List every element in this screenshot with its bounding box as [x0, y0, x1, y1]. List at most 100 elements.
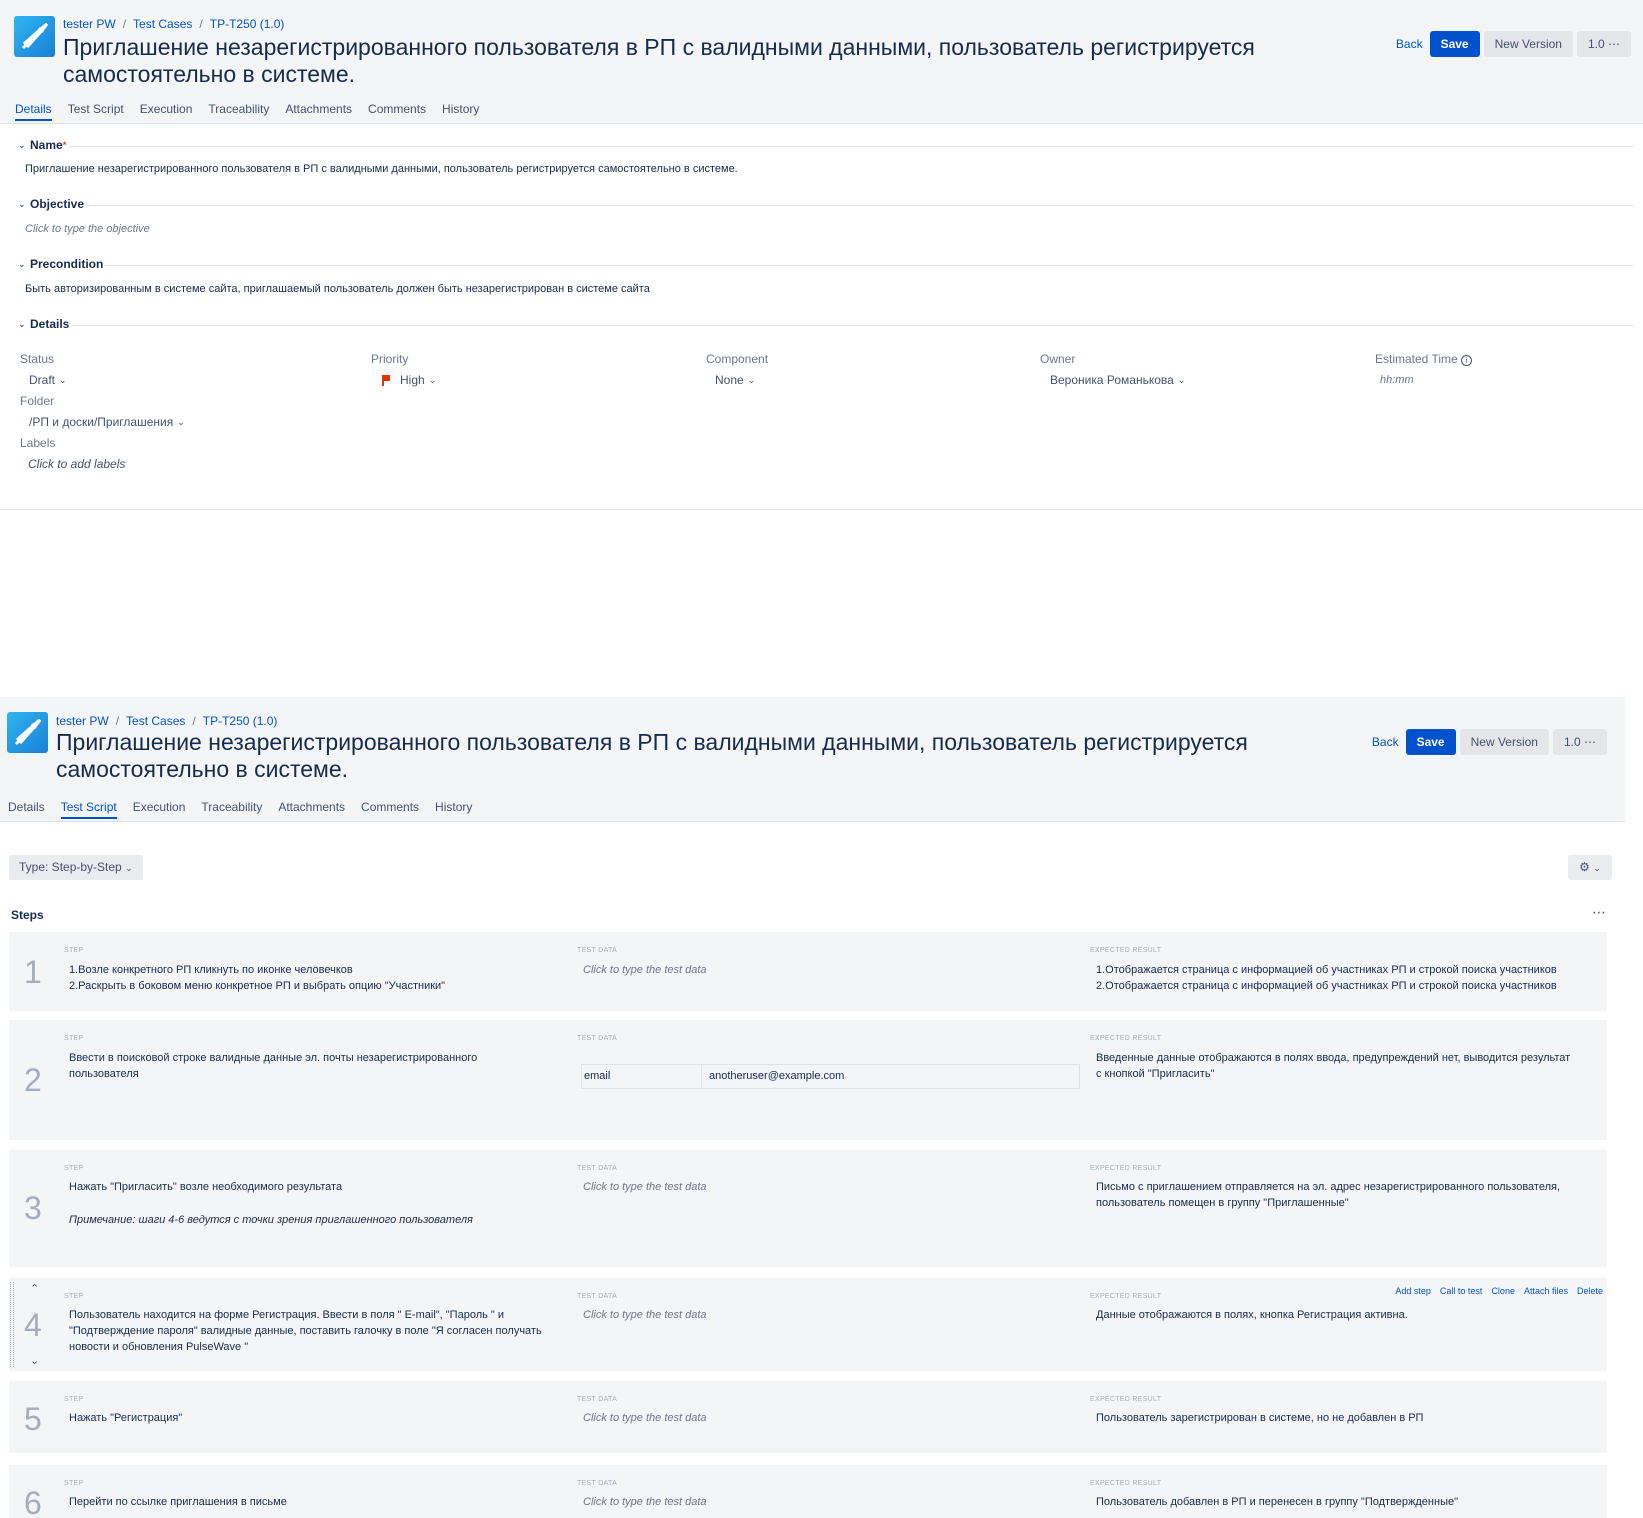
version-menu-button[interactable]: 1.0 ⋯ — [1576, 31, 1631, 57]
test-data-field[interactable]: Click to type the test data — [583, 962, 707, 978]
tab-comments[interactable]: Comments — [368, 102, 426, 121]
component-dropdown[interactable]: None ⌄ — [715, 373, 755, 387]
chevron-down-icon: ⌄ — [18, 318, 26, 329]
call-to-test-link[interactable]: Call to test — [1440, 1286, 1483, 1296]
step-text[interactable]: Ввести в поисковой строке валидные данны… — [69, 1050, 477, 1082]
attach-files-link[interactable]: Attach files — [1524, 1286, 1568, 1296]
test-data-field[interactable]: Click to type the test data — [583, 1410, 707, 1426]
step-row[interactable]: 2 STEP Ввести в поисковой строке валидны… — [9, 1020, 1607, 1140]
step-column-header: STEP — [64, 1035, 84, 1042]
folder-value: /РП и доски/Приглашения — [29, 415, 174, 429]
name-field[interactable]: Приглашение незарегистрированного пользо… — [25, 163, 738, 175]
owner-dropdown[interactable]: Вероника Романькова ⌄ — [1050, 373, 1185, 387]
objective-field[interactable]: Click to type the objective — [25, 223, 150, 235]
expected-result-column-header: EXPECTED RESULT — [1090, 1293, 1162, 1300]
status-dropdown[interactable]: Draft ⌄ — [29, 373, 67, 387]
script-type-dropdown[interactable]: Type: Step-by-Step ⌄ — [9, 855, 143, 880]
test-data-field[interactable]: Click to type the test data — [583, 1179, 707, 1195]
step-text[interactable]: Перейти по ссылке приглашения в письме — [69, 1494, 287, 1510]
tab-execution[interactable]: Execution — [140, 102, 193, 121]
expected-result-text[interactable]: Данные отображаются в полях, кнопка Реги… — [1096, 1307, 1408, 1323]
tab-attachments[interactable]: Attachments — [278, 800, 345, 819]
breadcrumb-key[interactable]: TP-T250 (1.0) — [203, 714, 278, 728]
step-row[interactable]: 1 STEP 1.Возле конкретного РП кликнуть п… — [9, 932, 1607, 1011]
precondition-field[interactable]: Быть авторизированным в системе сайта, п… — [25, 283, 650, 295]
expected-result-text[interactable]: Введенные данные отображаются в полях вв… — [1096, 1050, 1570, 1082]
step-text[interactable]: Нажать "Пригласить" возле необходимого р… — [69, 1179, 473, 1228]
tab-comments[interactable]: Comments — [361, 800, 419, 819]
back-button[interactable]: Back — [1393, 37, 1426, 51]
breadcrumb-test-cases[interactable]: Test Cases — [126, 714, 185, 728]
step-row[interactable]: ⌃ 4 ⌄ STEP Пользователь находится на фор… — [9, 1278, 1607, 1371]
expected-result-text[interactable]: Письмо с приглашением отправляется на эл… — [1096, 1179, 1560, 1211]
tab-traceability[interactable]: Traceability — [208, 102, 269, 121]
move-down-icon[interactable]: ⌄ — [30, 1354, 39, 1367]
step-line: новости и обновления PulseWave " — [69, 1341, 249, 1353]
add-step-link[interactable]: Add step — [1395, 1286, 1431, 1296]
estimated-time-input[interactable]: hh:mm — [1380, 374, 1414, 386]
objective-section-toggle[interactable]: ⌄ Objective — [18, 197, 84, 211]
step-column-header: STEP — [64, 1165, 84, 1172]
expected-result-text[interactable]: Пользователь зарегистрирован в системе, … — [1096, 1410, 1423, 1426]
expected-result-text[interactable]: Пользователь добавлен в РП и перенесен в… — [1096, 1494, 1458, 1510]
steps-more-icon[interactable]: ⋯ — [1592, 904, 1606, 921]
priority-dropdown[interactable]: High ⌄ — [382, 373, 436, 387]
tab-history[interactable]: History — [442, 102, 479, 121]
drag-handle[interactable] — [10, 1282, 14, 1367]
back-button[interactable]: Back — [1369, 735, 1402, 749]
header-actions: Back Save New Version 1.0 ⋯ — [1369, 729, 1607, 755]
expected-result-column-header: EXPECTED RESULT — [1090, 1035, 1162, 1042]
page-header: tester PW / Test Cases / TP-T250 (1.0) Пригл… — [0, 0, 1643, 124]
save-button[interactable]: Save — [1429, 31, 1480, 57]
step-text[interactable]: Нажать "Регистрация" — [69, 1410, 182, 1426]
tab-traceability[interactable]: Traceability — [201, 800, 262, 819]
tab-details[interactable]: Details — [8, 800, 45, 819]
header-actions: Back Save New Version 1.0 ⋯ — [1393, 31, 1631, 57]
tab-test-script[interactable]: Test Script — [68, 102, 124, 121]
test-data-column-header: TEST DATA — [577, 1165, 618, 1172]
tab-execution[interactable]: Execution — [133, 800, 186, 819]
test-data-field[interactable]: Click to type the test data — [583, 1307, 707, 1323]
move-up-icon[interactable]: ⌃ — [30, 1282, 39, 1295]
tab-attachments[interactable]: Attachments — [285, 102, 352, 121]
test-data-field[interactable]: Click to type the test data — [583, 1494, 707, 1510]
step-row[interactable]: 3 STEP Нажать "Пригласить" возле необход… — [9, 1150, 1607, 1267]
app-logo-icon[interactable] — [7, 712, 48, 753]
breadcrumb-test-cases[interactable]: Test Cases — [133, 17, 192, 31]
test-data-key[interactable]: email — [582, 1065, 702, 1088]
precondition-label: Precondition — [30, 257, 104, 271]
step-row[interactable]: 5 STEP Нажать "Регистрация" TEST DATA Cl… — [9, 1381, 1607, 1453]
breadcrumb-project[interactable]: tester PW — [63, 17, 116, 31]
delete-step-link[interactable]: Delete — [1577, 1286, 1603, 1296]
app-logo-icon[interactable] — [14, 16, 55, 57]
breadcrumb-project[interactable]: tester PW — [56, 714, 109, 728]
step-text[interactable]: Пользователь находится на форме Регистра… — [69, 1307, 542, 1355]
status-value: Draft — [29, 373, 56, 387]
test-data-table[interactable]: email anotheruser@example.com — [581, 1064, 1080, 1089]
version-menu-button[interactable]: 1.0 ⋯ — [1552, 729, 1607, 755]
tab-test-script[interactable]: Test Script — [60, 800, 117, 819]
step-number: 3 — [24, 1190, 42, 1226]
test-data-value[interactable]: anotheruser@example.com — [702, 1065, 1079, 1088]
save-button[interactable]: Save — [1405, 729, 1456, 755]
folder-dropdown[interactable]: /РП и доски/Приглашения ⌄ — [29, 415, 185, 429]
tab-history[interactable]: History — [435, 800, 472, 819]
name-section-toggle[interactable]: ⌄ Name * — [18, 138, 66, 152]
tab-details[interactable]: Details — [15, 102, 52, 121]
settings-dropdown[interactable]: ⚙ ⌄ — [1568, 855, 1612, 880]
details-label: Details — [30, 317, 70, 331]
details-section-toggle[interactable]: ⌄ Details — [18, 317, 69, 331]
precondition-section-toggle[interactable]: ⌄ Precondition — [18, 257, 103, 271]
labels-field[interactable]: Click to add labels — [28, 457, 125, 471]
info-icon[interactable]: i — [1460, 355, 1472, 366]
result-line: Пользователь добавлен в РП и перенесен в… — [1096, 1496, 1458, 1508]
step-column-header: STEP — [64, 947, 84, 954]
expected-result-text[interactable]: 1.Отображается страница с информацией об… — [1096, 962, 1557, 994]
step-text[interactable]: 1.Возле конкретного РП кликнуть по иконк… — [69, 962, 445, 994]
breadcrumb-key[interactable]: TP-T250 (1.0) — [210, 17, 285, 31]
new-version-button[interactable]: New Version — [1483, 31, 1573, 57]
new-version-button[interactable]: New Version — [1459, 729, 1549, 755]
step-line: Нажать "Пригласить" возле необходимого р… — [69, 1181, 343, 1193]
clone-step-link[interactable]: Clone — [1491, 1286, 1515, 1296]
step-row[interactable]: 6 STEP Перейти по ссылке приглашения в п… — [9, 1465, 1607, 1518]
